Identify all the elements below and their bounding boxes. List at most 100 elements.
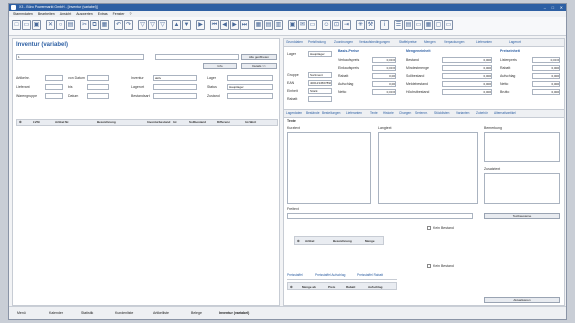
- column-header[interactable]: Bezeichnung: [97, 120, 116, 124]
- mail-icon[interactable]: ✉: [298, 20, 307, 30]
- tab-stuecklisten[interactable]: Stücklisten: [434, 111, 449, 115]
- menu-item[interactable]: Bearbeiten: [38, 12, 55, 16]
- status-item-customers[interactable]: Kundenliste: [115, 307, 133, 319]
- lager-value[interactable]: Hauptlager: [308, 51, 332, 57]
- kein-bestand-checkbox[interactable]: [427, 226, 431, 230]
- column-header[interactable]: Menge ab: [302, 285, 316, 289]
- tab-bestaende[interactable]: Bestände: [306, 111, 319, 115]
- menu-item[interactable]: Auswerten: [76, 12, 93, 16]
- preis-row-value[interactable]: 0,00 €: [532, 57, 560, 63]
- lagerort-select[interactable]: [153, 84, 197, 90]
- archive-icon[interactable]: ▤: [404, 20, 413, 30]
- rabatt-value[interactable]: [308, 96, 332, 102]
- tab-mengen[interactable]: Mengen: [424, 40, 436, 44]
- undo-icon[interactable]: ↶: [114, 20, 123, 30]
- fax-icon[interactable]: ▭: [308, 20, 317, 30]
- table-icon[interactable]: ▤: [264, 20, 273, 30]
- menu-item[interactable]: Ansicht: [60, 12, 71, 16]
- column-header[interactable]: Artikel Nr.: [55, 120, 69, 124]
- open-icon[interactable]: ▭: [22, 20, 31, 30]
- tab-preisstaffel-rabatt[interactable]: Preisstaffel Rabatt: [357, 273, 383, 277]
- maximize-icon[interactable]: □: [552, 4, 554, 11]
- column-header[interactable]: Bezeichnung: [333, 239, 352, 243]
- einheit-value[interactable]: Stück: [308, 88, 332, 94]
- tab-preisstaffel-aufschlag[interactable]: Preisstaffel Aufschlag: [315, 273, 345, 277]
- menu-item[interactable]: Stammdaten: [13, 12, 33, 16]
- tab-texte[interactable]: Texte: [370, 111, 378, 115]
- info-icon[interactable]: i: [380, 20, 389, 30]
- calc-icon[interactable]: ▣: [288, 20, 297, 30]
- ean-value[interactable]: 4001234567890: [308, 80, 332, 86]
- print-icon[interactable]: ▤: [66, 20, 75, 30]
- tab-grunddaten[interactable]: Grunddaten: [286, 40, 303, 44]
- basis-row-value[interactable]: 0,00: [372, 73, 396, 79]
- basis-row-value[interactable]: 0,00 €: [372, 89, 396, 95]
- tab-verkaufsbedingungen[interactable]: Verkaufsbedingungen: [359, 40, 390, 44]
- column-header[interactable]: Artikel: [305, 239, 314, 243]
- bis-input[interactable]: [87, 84, 109, 90]
- column-header[interactable]: Aufschlag: [368, 285, 383, 289]
- settings-icon[interactable]: ⚙: [290, 285, 293, 289]
- info-button[interactable]: Info: [203, 63, 237, 69]
- column-header[interactable]: Preis: [328, 285, 335, 289]
- preis-row-value[interactable]: 0,000: [532, 65, 560, 71]
- tab-preisfindung[interactable]: Preisfindung: [308, 40, 326, 44]
- option-checkbox[interactable]: [427, 264, 431, 268]
- grid-icon[interactable]: ▦: [254, 20, 263, 30]
- zusatztext-area[interactable]: [484, 173, 560, 204]
- basis-row-value[interactable]: 0,00 €: [372, 65, 396, 71]
- first-icon[interactable]: ⏮: [210, 20, 219, 30]
- user-icon[interactable]: ☺: [322, 20, 331, 30]
- status-select[interactable]: Hauptlager: [227, 84, 273, 90]
- bestandsart-select[interactable]: [153, 93, 197, 99]
- tab-lagerdaten[interactable]: Lagerdaten: [286, 111, 302, 115]
- column-header[interactable]: Differenz: [217, 120, 230, 124]
- settings-icon[interactable]: ✳: [356, 20, 365, 30]
- status-item-inventur[interactable]: Inventur (variabel): [219, 307, 249, 319]
- all-open-button[interactable]: Alle geöffneten: [241, 54, 277, 60]
- datum-input[interactable]: [87, 93, 109, 99]
- redo-icon[interactable]: ↷: [124, 20, 133, 30]
- status-item-calendar[interactable]: Kalender: [49, 307, 63, 319]
- play-icon[interactable]: ▶: [196, 20, 205, 30]
- tab-zuordnungen[interactable]: Zuordnungen: [334, 40, 353, 44]
- langtext-area[interactable]: [378, 132, 478, 204]
- column-header[interactable]: Ist: [173, 120, 177, 124]
- mengen-row-value[interactable]: 0,000: [442, 57, 492, 63]
- close-icon[interactable]: ✕: [560, 4, 563, 11]
- tab-verpackungen[interactable]: Verpackungen: [444, 40, 464, 44]
- settings-icon[interactable]: ⚙: [19, 120, 22, 124]
- delete-icon[interactable]: ✕: [46, 20, 55, 30]
- filter-clear-icon[interactable]: ▽: [158, 20, 167, 30]
- warengruppe-input[interactable]: [45, 93, 63, 99]
- details-button[interactable]: Details >>: [241, 63, 277, 69]
- tab-alternativartikel[interactable]: Alternativartikel: [494, 111, 516, 115]
- calendar-icon[interactable]: ▦: [424, 20, 433, 30]
- basis-row-value[interactable]: 0,00 €: [372, 57, 396, 63]
- status-item-menu[interactable]: Menü: [17, 307, 26, 319]
- menu-item[interactable]: Fenster: [113, 12, 125, 16]
- list-icon[interactable]: ☰: [394, 20, 403, 30]
- refresh-icon[interactable]: ○: [56, 20, 65, 30]
- tab-zubehoer[interactable]: Zubehör: [476, 111, 488, 115]
- last-icon[interactable]: ⏭: [240, 20, 249, 30]
- mengen-row-value[interactable]: 0,000: [442, 73, 492, 79]
- prev-icon[interactable]: ◀: [220, 20, 229, 30]
- preis-row-value[interactable]: 0,000: [532, 89, 560, 95]
- menu-item[interactable]: ?: [130, 12, 132, 16]
- search-scope-select[interactable]: [155, 54, 239, 60]
- kurztext-area[interactable]: [287, 132, 371, 204]
- status-item-articles[interactable]: Artikelliste: [153, 307, 169, 319]
- column-header[interactable]: Ist-Wert: [245, 120, 256, 124]
- column-header[interactable]: Sollbestand: [189, 120, 206, 124]
- mengen-row-value[interactable]: 0,000: [442, 89, 492, 95]
- cut-icon[interactable]: ✂: [80, 20, 89, 30]
- textbausteine-button[interactable]: Textbausteine: [484, 213, 560, 219]
- inventur-select[interactable]: aktiv: [153, 75, 197, 81]
- tab-lagerort[interactable]: Lagerort: [509, 40, 521, 44]
- minimize-icon[interactable]: –: [544, 4, 546, 11]
- aktualisieren-button[interactable]: Aktualisieren: [484, 297, 560, 303]
- filter-set-icon[interactable]: ▽: [148, 20, 157, 30]
- paste-icon[interactable]: ▦: [100, 20, 109, 30]
- tab-varianten[interactable]: Varianten: [456, 111, 469, 115]
